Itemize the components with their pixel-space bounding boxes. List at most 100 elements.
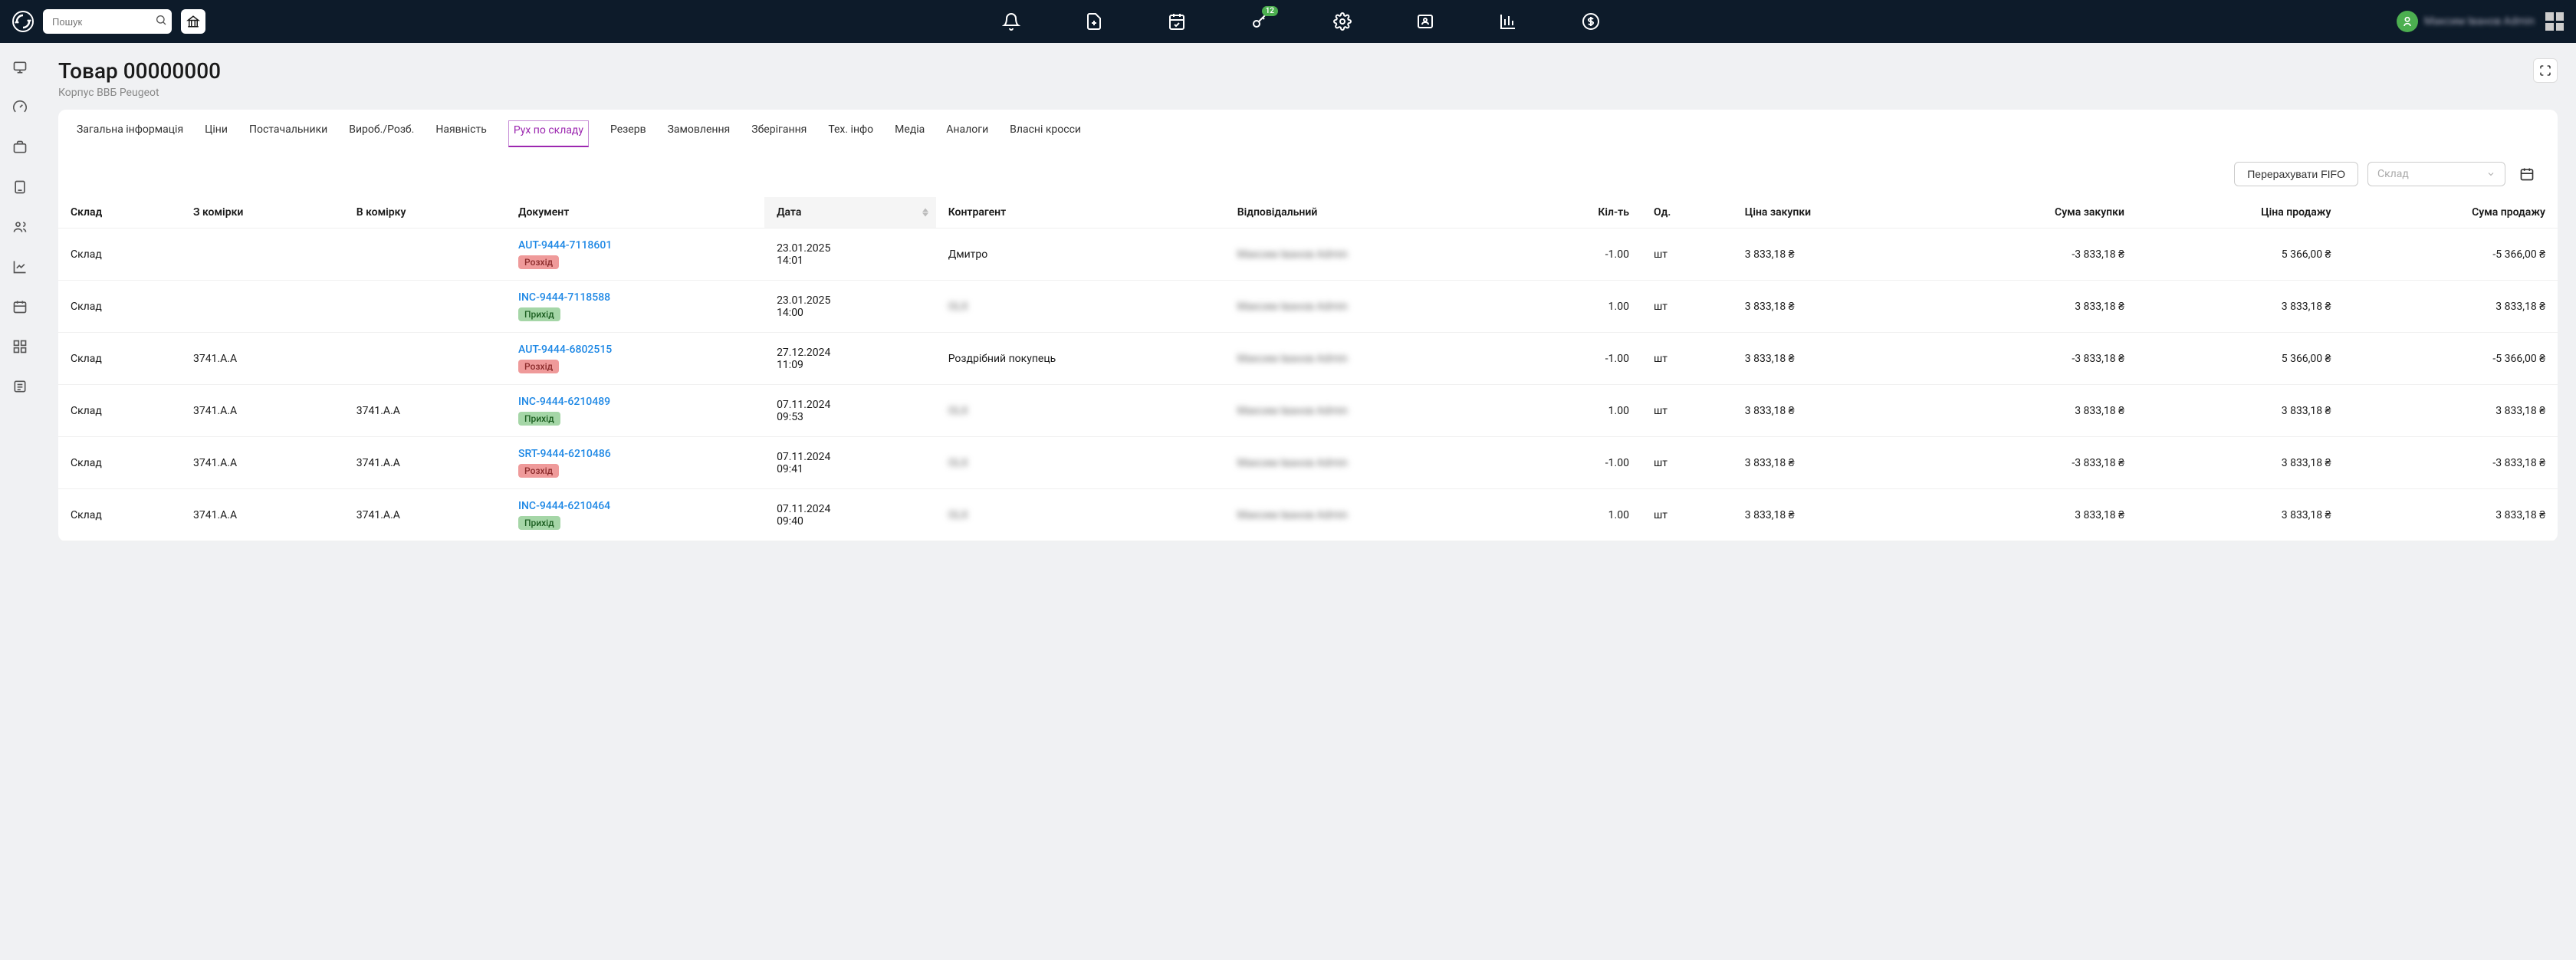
table-row[interactable]: Склад3741.A.A3741.A.AINC-9444-6210489При… — [58, 385, 2558, 437]
cell-sale-sum: 3 833,18 ₴ — [2343, 385, 2558, 437]
sidebar — [0, 43, 40, 560]
cell-qty: -1.00 — [1520, 333, 1641, 385]
cell-sale-sum: 3 833,18 ₴ — [2343, 281, 2558, 333]
col-document[interactable]: Документ — [506, 197, 764, 228]
tab-item[interactable]: Аналоги — [946, 123, 988, 147]
col-sale-price[interactable]: Ціна продажу — [2137, 197, 2344, 228]
col-counterparty[interactable]: Контрагент — [936, 197, 1225, 228]
recalc-fifo-button[interactable]: Перерахувати FIFO — [2234, 162, 2358, 186]
col-warehouse[interactable]: Склад — [58, 197, 181, 228]
movement-tag: Розхід — [518, 464, 559, 478]
document-link[interactable]: AUT-9444-7118601 — [518, 239, 752, 252]
sidebar-monitor-icon[interactable] — [11, 58, 29, 77]
chart-icon[interactable] — [1497, 11, 1519, 32]
sidebar-grid-icon[interactable] — [11, 337, 29, 356]
tab-item[interactable]: Вироб./Розб. — [349, 123, 414, 147]
tab-item[interactable]: Замовлення — [668, 123, 731, 147]
app-logo[interactable] — [12, 11, 34, 32]
cell-sale-price: 3 833,18 ₴ — [2137, 281, 2344, 333]
key-icon[interactable]: 12 — [1249, 11, 1270, 32]
cell-unit: шт — [1641, 437, 1733, 489]
bank-button[interactable] — [181, 9, 205, 34]
tab-item[interactable]: Ціни — [205, 123, 228, 147]
page-subtitle: Корпус ВВБ Peugeot — [58, 87, 221, 99]
cell-responsible: Максим Іванов Admin — [1225, 333, 1520, 385]
document-link[interactable]: AUT-9444-6802515 — [518, 344, 752, 356]
document-link[interactable]: INC-9444-6210489 — [518, 396, 752, 408]
cell-sale-sum: -5 366,00 ₴ — [2343, 333, 2558, 385]
warehouse-select-placeholder: Склад — [2377, 168, 2409, 180]
cell-sale-price: 3 833,18 ₴ — [2137, 437, 2344, 489]
tab-item[interactable]: Тех. інфо — [828, 123, 873, 147]
sidebar-briefcase-icon[interactable] — [11, 138, 29, 156]
table-row[interactable]: Склад3741.A.A3741.A.ASRT-9444-6210486Роз… — [58, 437, 2558, 489]
col-purchase-sum[interactable]: Сума закупки — [1930, 197, 2137, 228]
user-name: Максим Іванов Admin — [2424, 15, 2535, 28]
search-icon[interactable] — [155, 14, 167, 29]
calendar-check-icon[interactable] — [1166, 11, 1188, 32]
cell-responsible: Максим Іванов Admin — [1225, 228, 1520, 281]
expand-button[interactable] — [2533, 58, 2558, 83]
col-sale-sum[interactable]: Сума продажу — [2343, 197, 2558, 228]
page-title: Товар 00000000 — [58, 58, 221, 84]
tab-item[interactable]: Постачальники — [249, 123, 327, 147]
sidebar-list-icon[interactable] — [11, 377, 29, 396]
tab-item[interactable]: Рух по складу — [508, 120, 589, 147]
cell-warehouse: Склад — [58, 437, 181, 489]
cell-unit: шт — [1641, 489, 1733, 541]
currency-icon[interactable] — [1580, 11, 1602, 32]
settings-icon[interactable] — [1332, 11, 1353, 32]
tab-item[interactable]: Медіа — [895, 123, 925, 147]
cell-qty: -1.00 — [1520, 228, 1641, 281]
sidebar-gauge-icon[interactable] — [11, 98, 29, 117]
cell-date: 23.01.202514:00 — [764, 281, 936, 333]
search-input[interactable] — [43, 9, 172, 34]
col-purchase-price[interactable]: Ціна закупки — [1733, 197, 1931, 228]
col-responsible[interactable]: Відповідальний — [1225, 197, 1520, 228]
col-unit[interactable]: Од. — [1641, 197, 1733, 228]
movements-table: Склад З комірки В комірку Документ Дата … — [58, 197, 2558, 541]
tab-item[interactable]: Зберігання — [751, 123, 807, 147]
cell-from-cell: 3741.A.A — [181, 489, 344, 541]
document-link[interactable]: SRT-9444-6210486 — [518, 448, 752, 460]
date-filter-button[interactable] — [2515, 162, 2539, 186]
cell-to-cell: 3741.A.A — [344, 437, 506, 489]
cell-sale-price: 5 366,00 ₴ — [2137, 228, 2344, 281]
document-link[interactable]: INC-9444-7118588 — [518, 291, 752, 304]
cell-warehouse: Склад — [58, 385, 181, 437]
movement-tag: Розхід — [518, 360, 559, 373]
contact-card-icon[interactable] — [1414, 11, 1436, 32]
sidebar-users-icon[interactable] — [11, 218, 29, 236]
sidebar-analytics-icon[interactable] — [11, 258, 29, 276]
warehouse-select[interactable]: Склад — [2367, 162, 2505, 186]
table-row[interactable]: Склад3741.A.AAUT-9444-6802515Розхід27.12… — [58, 333, 2558, 385]
movement-tag: Розхід — [518, 255, 559, 269]
bell-icon[interactable] — [1001, 11, 1022, 32]
new-document-icon[interactable] — [1083, 11, 1105, 32]
table-row[interactable]: СкладAUT-9444-7118601Розхід23.01.202514:… — [58, 228, 2558, 281]
user-menu[interactable]: Максим Іванов Admin — [2397, 11, 2535, 32]
sort-arrows-icon — [922, 209, 928, 217]
cell-sale-price: 3 833,18 ₴ — [2137, 385, 2344, 437]
apps-grid-icon[interactable] — [2545, 12, 2564, 31]
table-row[interactable]: Склад3741.A.A3741.A.AINC-9444-6210464При… — [58, 489, 2558, 541]
tab-item[interactable]: Наявність — [435, 123, 486, 147]
sidebar-tablet-icon[interactable] — [11, 178, 29, 196]
col-to-cell[interactable]: В комірку — [344, 197, 506, 228]
cell-qty: -1.00 — [1520, 437, 1641, 489]
cell-document: AUT-9444-7118601 Розхід — [506, 228, 764, 281]
tab-item[interactable]: Резерв — [610, 123, 646, 147]
cell-unit: шт — [1641, 385, 1733, 437]
tab-item[interactable]: Власні кросси — [1010, 123, 1081, 147]
col-from-cell[interactable]: З комірки — [181, 197, 344, 228]
cell-counterparty: OLX — [936, 437, 1225, 489]
sidebar-calendar-icon[interactable] — [11, 298, 29, 316]
cell-counterparty: Роздрібний покупець — [936, 333, 1225, 385]
document-link[interactable]: INC-9444-6210464 — [518, 500, 752, 512]
col-date[interactable]: Дата — [764, 197, 936, 228]
col-qty[interactable]: Кіл-ть — [1520, 197, 1641, 228]
cell-qty: 1.00 — [1520, 489, 1641, 541]
cell-purchase-sum: -3 833,18 ₴ — [1930, 437, 2137, 489]
table-row[interactable]: СкладINC-9444-7118588Прихід23.01.202514:… — [58, 281, 2558, 333]
tab-item[interactable]: Загальна інформація — [77, 123, 183, 147]
